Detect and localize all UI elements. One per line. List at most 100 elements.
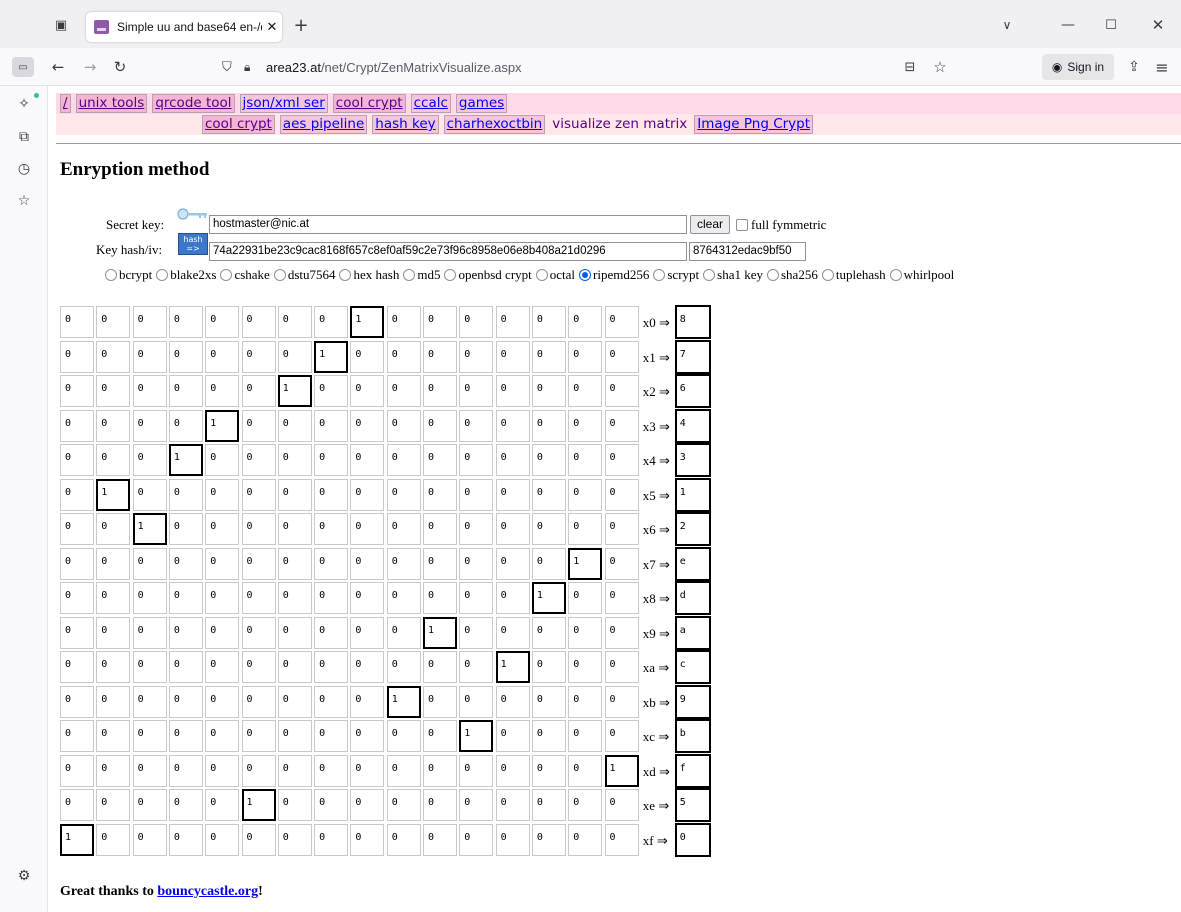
nav-link-cool-crypt[interactable]: cool crypt [202,115,275,134]
maximize-icon[interactable]: ☐ [1099,14,1123,36]
matrix-output-cell[interactable]: 0 [674,822,711,857]
nav-link-hash-key[interactable]: hash key [372,115,439,134]
matrix-output-cell[interactable]: 4 [674,408,711,443]
forward-arrow-icon[interactable]: → [80,57,100,77]
key-hash-input[interactable]: 74a22931be23c9cac8168f657c8ef0af59c2e73f… [209,242,687,261]
full-symmetric-option[interactable]: full fymmetric [736,217,826,233]
settings-gear-icon[interactable]: ⚙ [14,866,34,886]
algorithm-label: openbsd crypt [458,267,532,282]
algorithm-option-dstu7564[interactable]: dstu7564 [273,267,335,283]
algorithm-radio[interactable] [821,269,834,281]
matrix-cell: 0 [568,754,603,787]
ai-chatbot-icon[interactable]: ✧ [14,94,34,114]
matrix-output-cell[interactable]: a [674,615,711,650]
matrix-output-cell[interactable]: b [674,719,711,753]
reload-icon[interactable]: ↻ [110,57,130,77]
matrix-output-cell[interactable]: 6 [674,374,711,408]
algorithm-option-blake2xs[interactable]: blake2xs [156,267,216,283]
matrix-output-cell[interactable]: 7 [674,339,711,374]
matrix-cell: 0 [459,306,494,338]
algorithm-option-sha1-key[interactable]: sha1 key [703,267,763,283]
nav-link-image-png-crypt[interactable]: Image Png Crypt [694,115,814,134]
history-icon[interactable]: ◷ [14,159,34,179]
algorithm-option-bcrypt[interactable]: bcrypt [105,267,152,283]
nav-link-cool-crypt[interactable]: cool crypt [332,94,406,113]
matrix-output-cell[interactable]: 2 [674,512,711,546]
nav-link-unix-tools[interactable]: unix tools [75,94,148,113]
synced-tabs-icon[interactable]: ⧉ [14,127,34,147]
algorithm-radio[interactable] [273,269,286,281]
algorithm-radio[interactable] [444,269,457,281]
algorithm-option-cshake[interactable]: cshake [220,267,270,283]
shield-icon[interactable]: ⛉ [222,60,240,75]
matrix-cell: 0 [459,685,494,718]
tab-active[interactable]: Simple uu and base64 en-/deco ✕ [86,12,282,42]
matrix-output-cell[interactable]: d [674,581,711,615]
algorithm-option-tuplehash[interactable]: tuplehash [821,267,886,283]
algorithm-option-whirlpool[interactable]: whirlpool [889,267,954,283]
chevron-down-icon[interactable]: ∨ [996,14,1018,36]
url-bar[interactable]: ⛉ 🔒︎ area23.at/net/Crypt/ZenMatrixVisual… [220,53,961,81]
nav-link-aes-pipeline[interactable]: aes pipeline [279,115,368,134]
back-arrow-icon[interactable]: ← [48,57,68,77]
minimize-icon[interactable]: — [1056,14,1080,36]
matrix-output-cell[interactable]: 5 [674,788,711,822]
algorithm-radio[interactable] [579,269,592,281]
matrix-cell: 0 [60,582,94,614]
algorithm-radio[interactable] [889,269,902,281]
algorithm-option-sha256[interactable]: sha256 [767,267,818,283]
matrix-cell: 0 [205,651,240,683]
algorithm-option-md5[interactable]: md5 [403,267,440,283]
matrix-output-cell[interactable]: 1 [674,477,711,512]
matrix-output-cell[interactable]: f [674,753,711,788]
bouncycastle-link[interactable]: bouncycastle.org [157,884,258,899]
matrix-output-cell[interactable]: 3 [674,443,711,477]
nav-link-qrcode-tool[interactable]: qrcode tool [152,94,235,113]
algorithm-radio[interactable] [767,269,779,281]
sidebar-toggle-icon[interactable]: ▭ [12,57,34,77]
secret-key-input[interactable]: hostmaster@nic.at [209,215,687,234]
hamburger-menu-icon[interactable]: ≡ [1152,57,1172,77]
algorithm-radio[interactable] [156,269,169,281]
matrix-output-cell[interactable]: e [674,546,711,581]
algorithm-radio[interactable] [339,269,352,281]
clear-button[interactable]: clear [690,215,730,234]
close-window-icon[interactable]: ✕ [1146,14,1170,36]
algorithm-option-hex-hash[interactable]: hex hash [339,267,399,283]
url-text[interactable]: area23.at/net/Crypt/ZenMatrixVisualize.a… [266,60,522,75]
nav-link-ccalc[interactable]: ccalc [410,94,451,113]
matrix-output-cell[interactable]: c [674,650,711,684]
algorithm-radio[interactable] [105,269,117,281]
algorithm-radio[interactable] [403,269,416,281]
matrix-output-cell[interactable]: 8 [674,305,711,339]
nav-link-charhexoctbin[interactable]: charhexoctbin [443,115,546,134]
iv-input[interactable]: 8764312edac9bf50 [689,242,806,261]
matrix-cell: 0 [60,754,94,787]
algorithm-radio[interactable] [535,269,548,281]
reader-view-icon[interactable]: ⊟ [900,57,920,77]
close-tab-icon[interactable]: ✕ [262,20,282,35]
bookmark-star-icon[interactable]: ☆ [930,57,950,77]
algorithm-radio[interactable] [703,269,716,281]
sign-in-button[interactable]: ◉ Sign in [1042,54,1114,80]
full-symmetric-checkbox[interactable] [736,219,748,231]
matrix-cell: 0 [531,547,566,580]
algorithm-option-ripemd256[interactable]: ripemd256 [579,267,649,283]
share-icon[interactable]: ⇪ [1124,57,1144,77]
matrix-cell: 0 [459,478,494,511]
hash-button[interactable]: hash => [178,233,208,255]
algorithm-option-scrypt[interactable]: scrypt [653,267,699,283]
matrix-output-cell[interactable]: 9 [674,684,711,719]
algorithm-radio[interactable] [220,269,233,281]
bookmarks-icon[interactable]: ☆ [14,191,34,211]
algorithm-option-octal[interactable]: octal [535,267,575,283]
tab-list-icon[interactable]: ▣ [50,14,72,36]
lock-icon[interactable]: 🔒︎ [244,60,262,75]
algorithm-option-openbsd-crypt[interactable]: openbsd crypt [444,267,532,283]
algorithm-radio[interactable] [653,269,666,281]
matrix-cell: 0 [495,478,530,511]
nav-link-games[interactable]: games [455,94,508,113]
nav-link-root[interactable]: / [60,94,71,113]
new-tab-icon[interactable]: + [290,14,312,36]
nav-link-json-xml-ser[interactable]: json/xml ser [239,94,328,113]
